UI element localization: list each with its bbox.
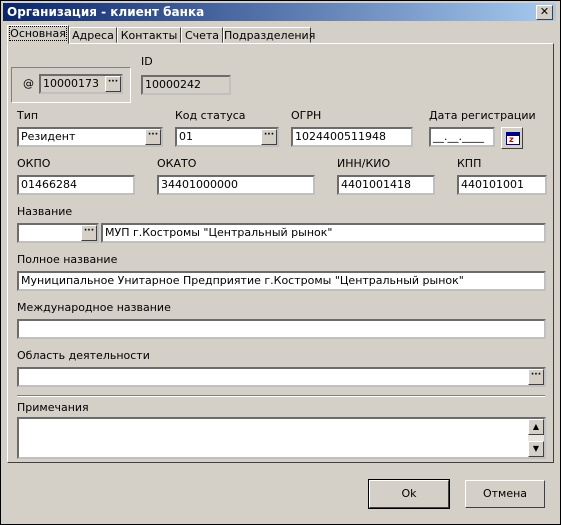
tab-addresses[interactable]: Адреса (69, 27, 117, 43)
ok-button[interactable]: Ok (368, 479, 450, 509)
tab-accounts[interactable]: Счета (181, 27, 223, 43)
tab-divisions[interactable]: Подразделения (223, 27, 315, 43)
cancel-button[interactable]: Отмена (465, 480, 545, 508)
name-label: Название (17, 205, 73, 218)
okato-field[interactable]: 34401000000 (157, 175, 315, 195)
type-field[interactable]: Резидент (17, 127, 163, 147)
notes-label: Примечания (17, 401, 89, 414)
scroll-down-icon[interactable]: ▼ (528, 441, 544, 457)
intl-name-label: Международное название (17, 301, 171, 314)
notes-scrollbar[interactable]: ▲ ▼ (528, 419, 544, 457)
name-field[interactable]: МУП г.Костромы "Центральный рынок" (101, 223, 546, 243)
reg-date-label: Дата регистрации (429, 109, 536, 122)
inn-label: ИНН/КИО (337, 157, 391, 170)
kpp-field[interactable]: 440101001 (457, 175, 547, 195)
activity-lookup-button[interactable]: ··· (528, 369, 544, 385)
tab-main[interactable]: Основная (7, 25, 69, 44)
type-lookup-button[interactable]: ··· (145, 129, 161, 145)
title-bar: Организация - клиент банка ✕ (3, 3, 556, 21)
status-code-label: Код статуса (175, 109, 246, 122)
okpo-label: ОКПО (17, 157, 51, 170)
calendar-icon[interactable]: z (501, 127, 523, 149)
id-label: ID (141, 55, 153, 68)
activity-field[interactable] (17, 367, 546, 387)
scroll-up-icon[interactable]: ▲ (528, 419, 544, 435)
intl-name-field[interactable] (17, 319, 546, 339)
okato-label: ОКАТО (157, 157, 197, 170)
activity-label: Область деятельности (17, 349, 150, 362)
full-name-field[interactable]: Муниципальное Унитарное Предприятие г.Ко… (17, 271, 546, 291)
type-label: Тип (17, 109, 39, 122)
okpo-field[interactable]: 01466284 (17, 175, 135, 195)
window-title: Организация - клиент банка (7, 5, 205, 19)
status-code-lookup-button[interactable]: ··· (261, 129, 277, 145)
tab-contacts[interactable]: Контакты (117, 27, 181, 43)
kpp-label: КПП (457, 157, 482, 170)
client-lookup-button[interactable]: ··· (105, 76, 121, 92)
ogrn-field[interactable]: 1024400511948 (291, 127, 413, 147)
ogrn-label: ОГРН (291, 109, 322, 122)
dialog-window: Организация - клиент банка ✕ Основная Ад… (0, 0, 561, 525)
id-field: 10000242 (141, 75, 231, 95)
reg-date-field[interactable]: __.__.____ (429, 127, 495, 147)
notes-textarea[interactable] (17, 417, 546, 459)
close-button[interactable]: ✕ (536, 5, 553, 20)
separator (17, 395, 545, 397)
client-at-sign: @ (23, 77, 34, 90)
inn-field[interactable]: 4401001418 (337, 175, 435, 195)
full-name-label: Полное название (17, 253, 118, 266)
name-lookup-button[interactable]: ··· (81, 225, 97, 241)
